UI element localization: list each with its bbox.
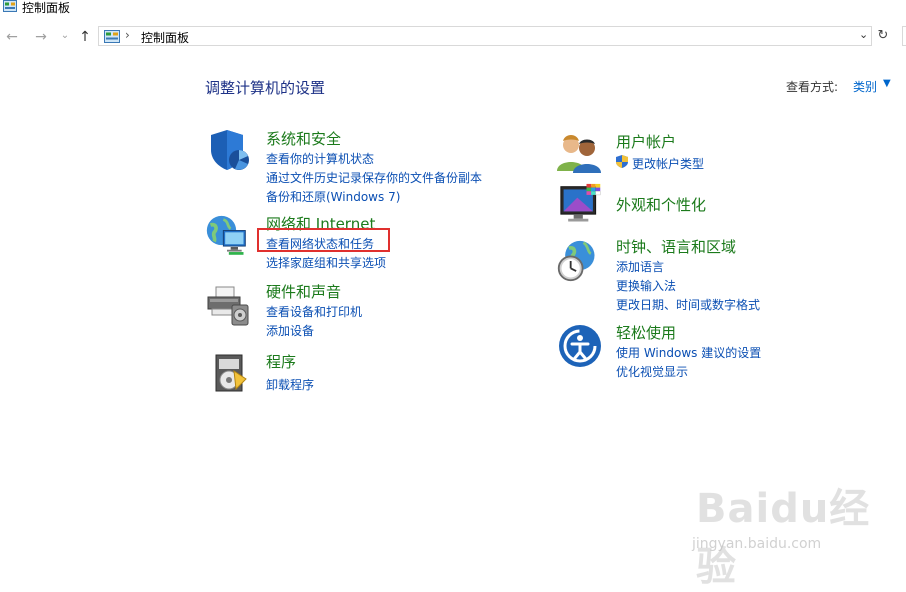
accessibility-icon[interactable]: [558, 324, 602, 368]
category-user-accounts[interactable]: 用户帐户: [616, 131, 676, 152]
link-add-device[interactable]: 添加设备: [266, 322, 314, 339]
title-bar: 控制面板: [0, 0, 906, 18]
baidu-watermark: Baidu经验: [696, 486, 871, 590]
category-ease-of-access[interactable]: 轻松使用: [616, 322, 676, 343]
link-view-computer-status[interactable]: 查看你的计算机状态: [266, 150, 374, 167]
category-hardware-sound[interactable]: 硬件和声音: [266, 281, 341, 302]
category-programs[interactable]: 程序: [266, 351, 296, 372]
category-clock-language-region[interactable]: 时钟、语言和区域: [616, 236, 736, 257]
link-file-history-backup[interactable]: 通过文件历史记录保存你的文件备份副本: [266, 169, 482, 186]
network-globe-icon[interactable]: [205, 214, 249, 258]
control-panel-icon: [3, 0, 17, 12]
back-button[interactable]: ←: [3, 29, 21, 45]
search-box[interactable]: [902, 26, 906, 46]
link-change-input-method[interactable]: 更换输入法: [616, 277, 676, 294]
shield-icon[interactable]: [207, 128, 251, 172]
link-add-language[interactable]: 添加语言: [616, 258, 664, 275]
link-uninstall-program[interactable]: 卸载程序: [266, 376, 314, 393]
programs-disc-icon[interactable]: [210, 351, 254, 395]
link-devices-printers[interactable]: 查看设备和打印机: [266, 303, 362, 320]
recent-locations-button[interactable]: ⌄: [56, 30, 74, 41]
forward-button[interactable]: →: [32, 29, 50, 45]
control-panel-icon: [104, 30, 120, 43]
users-icon[interactable]: [557, 131, 601, 175]
link-recommended-settings[interactable]: 使用 Windows 建议的设置: [616, 344, 761, 361]
printer-icon[interactable]: [206, 283, 250, 327]
link-change-account-type[interactable]: 更改帐户类型: [632, 155, 704, 172]
breadcrumb-control-panel[interactable]: 控制面板: [141, 29, 189, 46]
link-homegroup-sharing[interactable]: 选择家庭组和共享选项: [266, 254, 386, 271]
up-button[interactable]: ↑: [76, 29, 94, 45]
category-appearance-personalization[interactable]: 外观和个性化: [616, 194, 706, 215]
page-title: 调整计算机的设置: [205, 79, 326, 97]
link-optimize-visual-display[interactable]: 优化视觉显示: [616, 363, 688, 380]
view-by-dropdown[interactable]: 类别: [853, 78, 877, 95]
category-system-security[interactable]: 系统和安全: [266, 128, 341, 149]
watermark-url: jingyan.baidu.com: [692, 536, 822, 552]
monitor-palette-icon[interactable]: [559, 183, 603, 227]
clock-globe-icon[interactable]: [556, 239, 600, 283]
uac-shield-icon: [616, 155, 628, 168]
link-change-date-time-format[interactable]: 更改日期、时间或数字格式: [616, 296, 760, 313]
address-dropdown-button[interactable]: ⌄: [859, 28, 868, 41]
breadcrumb-separator: ›: [125, 28, 130, 42]
view-by-label: 查看方式:: [786, 80, 839, 94]
link-backup-restore[interactable]: 备份和还原(Windows 7): [266, 188, 400, 205]
chevron-down-icon[interactable]: ▼: [883, 78, 891, 89]
refresh-button[interactable]: ↻: [874, 26, 892, 46]
window-title: 控制面板: [22, 1, 71, 15]
highlight-box: [257, 228, 390, 252]
address-bar[interactable]: › 控制面板 ⌄: [98, 26, 872, 46]
